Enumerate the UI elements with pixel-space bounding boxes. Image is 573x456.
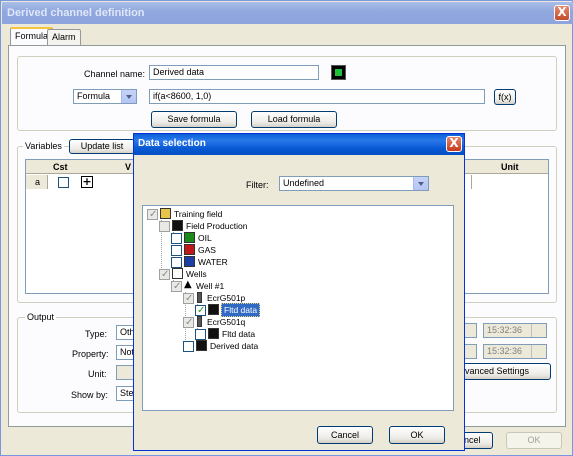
- tree-checkbox[interactable]: [171, 257, 182, 268]
- channel-name-input[interactable]: Derived data: [149, 65, 319, 80]
- data-selection-dialog: Data selection X Filter: Undefined Train…: [133, 133, 465, 451]
- derived-icon: [196, 340, 207, 351]
- tree-label: Derived data: [210, 341, 259, 351]
- time-field-2[interactable]: 15:32:36: [483, 344, 547, 359]
- tree-checkbox[interactable]: [171, 245, 182, 256]
- tool-icon: [197, 292, 202, 303]
- tree-label: WATER: [198, 257, 228, 267]
- time-value-2: 15:32:36: [487, 346, 523, 356]
- tree-label: Fltd data: [222, 329, 256, 339]
- color-picker-button[interactable]: [331, 65, 346, 80]
- dialog-ok-button[interactable]: OK: [389, 426, 445, 444]
- tree-label: OIL: [198, 233, 212, 243]
- tree-label: Well #1: [196, 281, 225, 291]
- show-by-label: Show by:: [71, 390, 109, 400]
- window-close-button[interactable]: X: [554, 5, 570, 21]
- filter-value: Undefined: [283, 178, 325, 188]
- time-field-1[interactable]: 15:32:36: [483, 323, 547, 338]
- table-row-header: a: [26, 175, 48, 189]
- formula-expression-input[interactable]: if(a<8600, 1,0): [149, 89, 485, 104]
- filter-select[interactable]: Undefined: [279, 176, 429, 191]
- column-header-unit: Unit: [501, 162, 519, 172]
- save-formula-button[interactable]: Save formula: [151, 111, 237, 128]
- gas-icon: [184, 244, 195, 255]
- color-swatch-icon: [335, 69, 342, 76]
- dialog-title: Data selection: [134, 134, 464, 155]
- curve-icon: [208, 328, 219, 339]
- dialog-close-button[interactable]: X: [446, 136, 462, 152]
- window-title: Derived channel definition: [2, 2, 573, 24]
- oil-icon: [184, 232, 195, 243]
- curve-icon: [208, 304, 219, 315]
- tab-alarm[interactable]: Alarm: [47, 29, 81, 46]
- time-value-1: 15:32:36: [487, 325, 523, 335]
- tool-icon: [197, 316, 202, 327]
- tree-label: Training field: [174, 209, 223, 219]
- filter-label: Filter:: [246, 180, 269, 190]
- chevron-down-icon: [121, 90, 136, 103]
- tree-checkbox[interactable]: [195, 305, 206, 316]
- tree-label: Field Production: [186, 221, 248, 231]
- spin-icon[interactable]: [531, 324, 546, 337]
- tree-checkbox[interactable]: [159, 269, 170, 280]
- well-triangle-icon: ▲: [184, 279, 192, 290]
- tree-checkbox[interactable]: [183, 293, 194, 304]
- load-formula-button[interactable]: Load formula: [251, 111, 337, 128]
- data-tree[interactable]: Training field Field Production OIL GAS …: [142, 205, 454, 411]
- unit-cell[interactable]: [471, 175, 548, 189]
- tree-checkbox[interactable]: [195, 329, 206, 340]
- production-icon: [172, 220, 183, 231]
- column-header-cst: Cst: [53, 162, 68, 172]
- fx-button[interactable]: f(x): [494, 89, 516, 105]
- tree-checkbox[interactable]: [147, 209, 158, 220]
- output-label: Output: [25, 311, 57, 323]
- column-header-v: V: [125, 162, 132, 172]
- tree-checkbox[interactable]: [183, 317, 194, 328]
- update-list-button[interactable]: Update list: [69, 139, 135, 154]
- ok-button[interactable]: OK: [506, 432, 562, 449]
- tree-label: GAS: [198, 245, 216, 255]
- tree-checkbox[interactable]: [171, 233, 182, 244]
- close-icon: X: [449, 136, 459, 150]
- mode-select[interactable]: Formula: [73, 89, 137, 104]
- dialog-cancel-button[interactable]: Cancel: [317, 426, 373, 444]
- spin-icon[interactable]: [531, 345, 546, 358]
- unit-label: Unit:: [88, 369, 107, 379]
- tree-checkbox[interactable]: [159, 221, 170, 232]
- channel-name-label: Channel name:: [84, 69, 146, 79]
- cst-checkbox[interactable]: [58, 177, 69, 188]
- close-icon: X: [557, 5, 567, 19]
- field-icon: [160, 208, 171, 219]
- tree-checkbox[interactable]: [171, 281, 182, 292]
- tree-checkbox[interactable]: [183, 341, 194, 352]
- tree-label-selected: Fltd data: [221, 303, 261, 317]
- cancel-button[interactable]: ncel: [461, 432, 493, 449]
- type-label: Type:: [85, 329, 108, 339]
- tree-label: EcrG501q: [207, 317, 246, 327]
- advanced-settings-button[interactable]: vanced Settings: [461, 363, 551, 380]
- well-icon: [172, 268, 183, 279]
- water-icon: [184, 256, 195, 267]
- row-name: a: [35, 177, 41, 187]
- plus-icon[interactable]: +: [81, 176, 93, 188]
- mode-select-value: Formula: [77, 91, 111, 101]
- property-label: Property:: [72, 349, 109, 359]
- chevron-down-icon: [413, 177, 428, 190]
- variables-label: Variables: [23, 140, 64, 152]
